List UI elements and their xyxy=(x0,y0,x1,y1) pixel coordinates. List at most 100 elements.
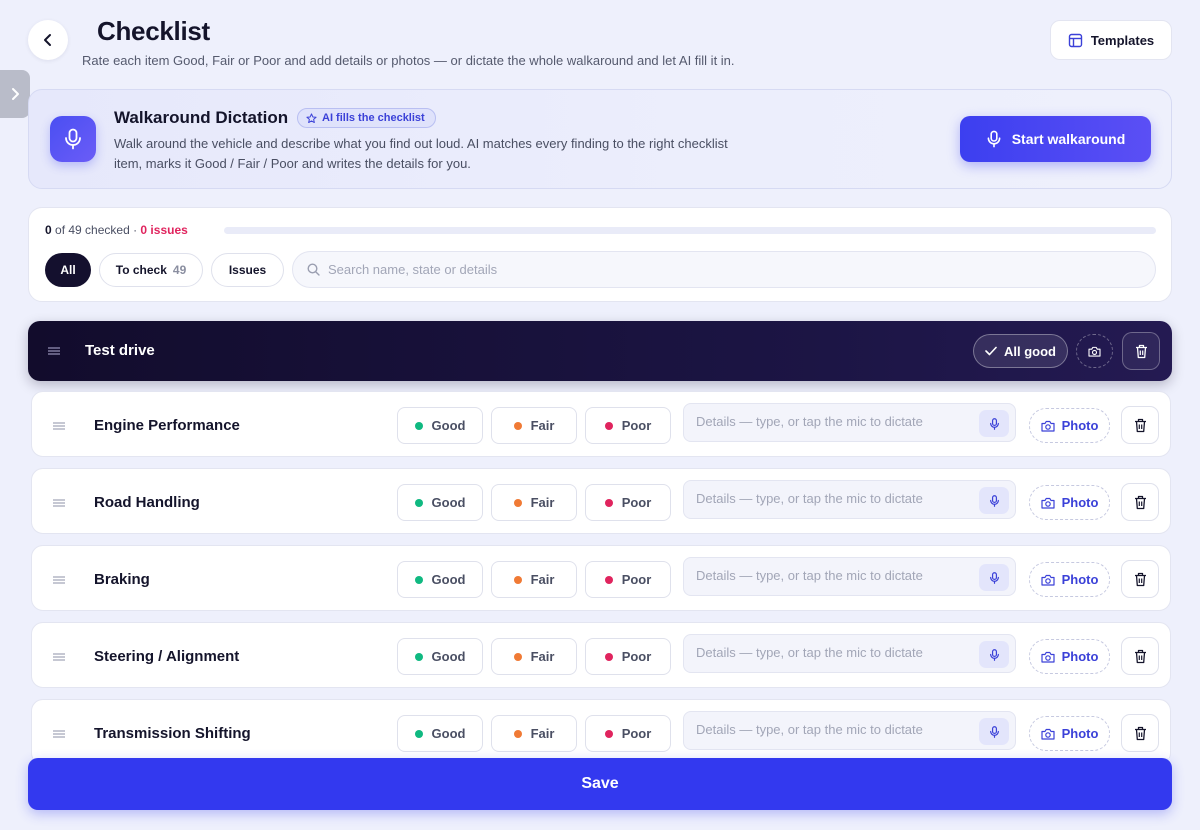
camera-icon xyxy=(1040,420,1055,432)
delete-item-button[interactable] xyxy=(1121,714,1159,752)
poor-button[interactable]: Poor xyxy=(585,561,671,598)
good-button[interactable]: Good xyxy=(397,407,483,444)
section-photo-button[interactable] xyxy=(1076,334,1113,368)
good-button[interactable]: Good xyxy=(397,561,483,598)
dictate-button[interactable] xyxy=(979,718,1009,745)
filter-all[interactable]: All xyxy=(45,253,91,287)
issues-count: 0 issues xyxy=(140,223,188,237)
poor-label: Poor xyxy=(621,572,652,587)
drag-handle-icon[interactable] xyxy=(53,730,65,738)
dictate-button[interactable] xyxy=(979,641,1009,668)
good-dot-icon xyxy=(414,421,423,430)
fair-dot-icon xyxy=(513,421,522,430)
good-label: Good xyxy=(431,495,466,510)
details-input[interactable] xyxy=(696,722,976,742)
checklist-item: Braking Good Fair Poor Photo xyxy=(31,545,1171,611)
photo-button[interactable]: Photo xyxy=(1029,485,1110,520)
section-header-test-drive: Test drive All good xyxy=(28,321,1172,381)
delete-item-button[interactable] xyxy=(1121,560,1159,598)
details-field xyxy=(683,557,1016,596)
all-good-label: All good xyxy=(1004,343,1056,359)
trash-icon xyxy=(1134,649,1146,663)
filter-all-label: All xyxy=(60,263,76,277)
camera-icon xyxy=(1040,728,1055,740)
delete-item-button[interactable] xyxy=(1121,406,1159,444)
delete-item-button[interactable] xyxy=(1121,637,1159,675)
ai-badge-label: AI fills the checklist xyxy=(322,112,425,124)
poor-button[interactable]: Poor xyxy=(585,407,671,444)
photo-button[interactable]: Photo xyxy=(1029,562,1110,597)
chevron-left-icon xyxy=(44,34,51,46)
item-name: Steering / Alignment xyxy=(94,648,240,665)
poor-dot-icon xyxy=(604,729,613,738)
details-input[interactable] xyxy=(696,491,976,511)
drag-handle-icon[interactable] xyxy=(53,499,65,507)
templates-button[interactable]: Templates xyxy=(1050,20,1172,60)
dictate-button[interactable] xyxy=(979,564,1009,591)
poor-button[interactable]: Poor xyxy=(585,638,671,675)
layout-icon xyxy=(1068,33,1083,47)
fair-label: Fair xyxy=(530,418,555,433)
section-delete-button[interactable] xyxy=(1122,332,1160,370)
microphone-icon xyxy=(989,725,999,738)
dictate-button[interactable] xyxy=(979,487,1009,514)
details-field xyxy=(683,403,1016,442)
drag-handle-icon[interactable] xyxy=(53,422,65,430)
good-button[interactable]: Good xyxy=(397,715,483,752)
poor-button[interactable]: Poor xyxy=(585,715,671,752)
camera-icon xyxy=(1040,574,1055,586)
dictation-title: Walkaround Dictation xyxy=(114,108,289,127)
poor-dot-icon xyxy=(604,498,613,507)
photo-button[interactable]: Photo xyxy=(1029,716,1110,751)
checklist-item: Transmission Shifting Good Fair Poor Pho… xyxy=(31,699,1171,765)
ai-badge: AI fills the checklist xyxy=(297,108,436,128)
fair-button[interactable]: Fair xyxy=(491,638,577,675)
drag-handle-icon[interactable] xyxy=(53,653,65,661)
filter-to-check[interactable]: To check 49 xyxy=(99,253,203,287)
drag-handle-icon[interactable] xyxy=(48,347,60,355)
item-name: Engine Performance xyxy=(94,417,240,434)
filter-to-check-label: To check xyxy=(115,263,167,277)
all-good-button[interactable]: All good xyxy=(973,334,1068,368)
poor-dot-icon xyxy=(604,652,613,661)
search-input[interactable] xyxy=(328,262,1128,277)
item-name: Braking xyxy=(94,571,150,588)
sidebar-toggle[interactable] xyxy=(0,70,30,118)
poor-dot-icon xyxy=(604,575,613,584)
details-input[interactable] xyxy=(696,645,976,665)
fair-button[interactable]: Fair xyxy=(491,407,577,444)
drag-handle-icon[interactable] xyxy=(53,576,65,584)
item-name: Transmission Shifting xyxy=(94,725,251,742)
checklist-item: Steering / Alignment Good Fair Poor Phot… xyxy=(31,622,1171,688)
microphone-icon xyxy=(987,130,1001,148)
photo-button[interactable]: Photo xyxy=(1029,639,1110,674)
fair-button[interactable]: Fair xyxy=(491,561,577,598)
fair-button[interactable]: Fair xyxy=(491,715,577,752)
check-icon xyxy=(985,346,997,356)
back-button[interactable] xyxy=(28,20,68,60)
trash-icon xyxy=(1134,418,1146,432)
good-button[interactable]: Good xyxy=(397,638,483,675)
microphone-icon xyxy=(989,571,999,584)
poor-label: Poor xyxy=(621,418,652,433)
photo-button[interactable]: Photo xyxy=(1029,408,1110,443)
poor-button[interactable]: Poor xyxy=(585,484,671,521)
filter-issues-label: Issues xyxy=(228,263,267,277)
dictate-button[interactable] xyxy=(979,410,1009,437)
details-input[interactable] xyxy=(696,568,976,588)
good-button[interactable]: Good xyxy=(397,484,483,521)
start-walkaround-button[interactable]: Start walkaround xyxy=(960,116,1151,162)
save-button[interactable]: Save xyxy=(28,758,1172,810)
microphone-icon xyxy=(989,494,999,507)
progress-card: 0 of 49 checked · 0 issues All To check … xyxy=(28,207,1172,302)
delete-item-button[interactable] xyxy=(1121,483,1159,521)
star-icon xyxy=(306,112,317,123)
fair-button[interactable]: Fair xyxy=(491,484,577,521)
fair-dot-icon xyxy=(513,729,522,738)
good-dot-icon xyxy=(414,575,423,584)
page-subtitle: Rate each item Good, Fair or Poor and ad… xyxy=(82,53,735,68)
details-input[interactable] xyxy=(696,414,976,434)
checklist-item: Road Handling Good Fair Poor Photo xyxy=(31,468,1171,534)
filter-issues[interactable]: Issues xyxy=(211,253,284,287)
microphone-icon xyxy=(989,417,999,430)
